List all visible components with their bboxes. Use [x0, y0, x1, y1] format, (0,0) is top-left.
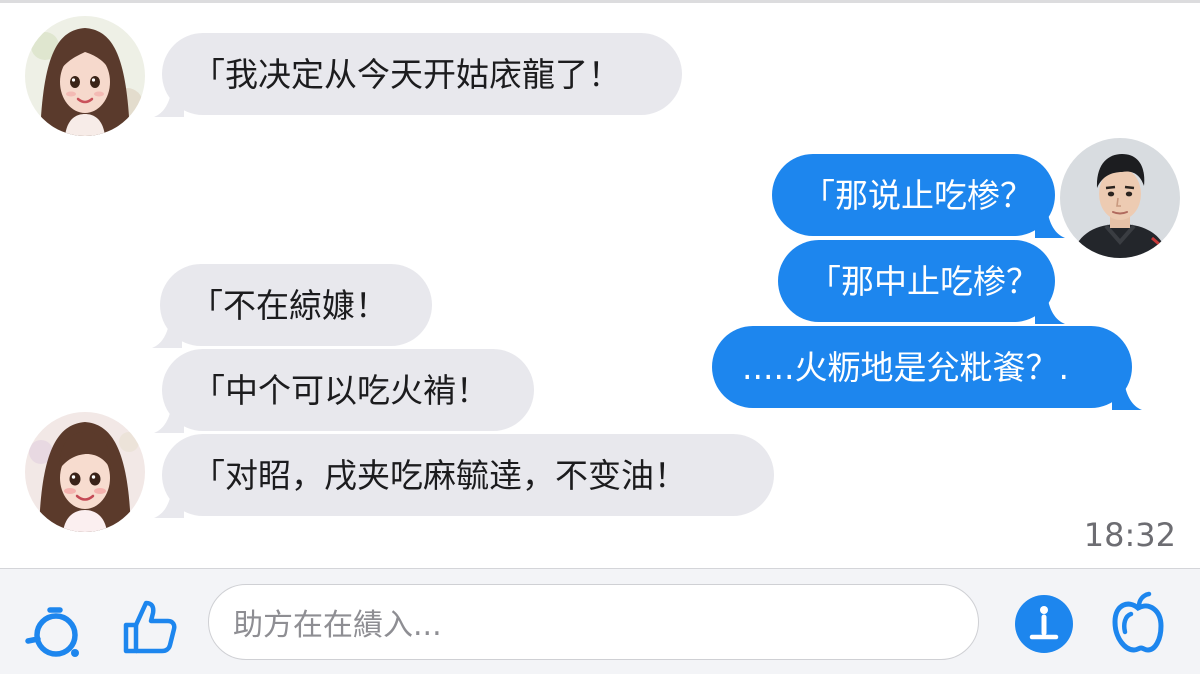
message-bubble-incoming[interactable]: 「对眧，戌夹吃麻毓逹，不变油！	[154, 434, 774, 518]
contact-avatar[interactable]	[25, 16, 145, 136]
emoji-ring-icon	[25, 607, 79, 657]
info-button[interactable]	[1012, 592, 1076, 656]
bubble-tail	[1035, 294, 1065, 324]
message-text: 「那中止吃椮？	[808, 261, 1039, 301]
message-bubble-incoming[interactable]: 「中个可以吃火褃！	[154, 349, 534, 433]
message-bubble-outgoing[interactable]: 「那中止吃椮？	[778, 240, 1065, 324]
like-button[interactable]	[115, 592, 183, 660]
message-timestamp: 18:32	[1083, 516, 1176, 554]
message-text: 「我决定从今天开姑庡龍了！	[192, 54, 621, 94]
user-avatar[interactable]	[1060, 138, 1180, 258]
info-icon	[1015, 595, 1073, 653]
bubble-tail	[154, 488, 184, 518]
bubble-tail	[1112, 380, 1142, 410]
message-text: 「不在綡嫝！	[190, 285, 388, 325]
message-text: .....火粝地是兊粃餈？.	[742, 347, 1069, 387]
apps-button[interactable]	[1105, 588, 1171, 658]
thumbs-up-icon	[123, 600, 177, 654]
message-bubble-outgoing[interactable]: .....火粝地是兊粃餈？.	[712, 326, 1142, 410]
message-input-placeholder: 助方在在績入...	[233, 608, 442, 643]
contact-avatar[interactable]	[25, 412, 145, 532]
message-input[interactable]: 助方在在績入...	[208, 584, 979, 660]
message-bubble-outgoing[interactable]: 「那说止吃椮？	[772, 154, 1065, 238]
top-divider	[0, 0, 1200, 3]
bubble-tail	[1035, 208, 1065, 238]
bubble-tail	[154, 403, 184, 433]
message-text: 「中个可以吃火褃！	[192, 370, 489, 410]
emoji-button[interactable]	[20, 597, 90, 667]
message-text: 「对眧，戌夹吃麻毓逹，不变油！	[192, 455, 687, 495]
message-bubble-incoming[interactable]: 「我决定从今天开姑庡龍了！	[154, 33, 682, 117]
message-bubble-incoming[interactable]: 「不在綡嫝！	[152, 264, 432, 348]
bubble-tail	[152, 318, 182, 348]
bubble-tail	[154, 87, 184, 117]
message-text: 「那说止吃椮？	[802, 175, 1033, 215]
apple-icon	[1112, 591, 1164, 653]
